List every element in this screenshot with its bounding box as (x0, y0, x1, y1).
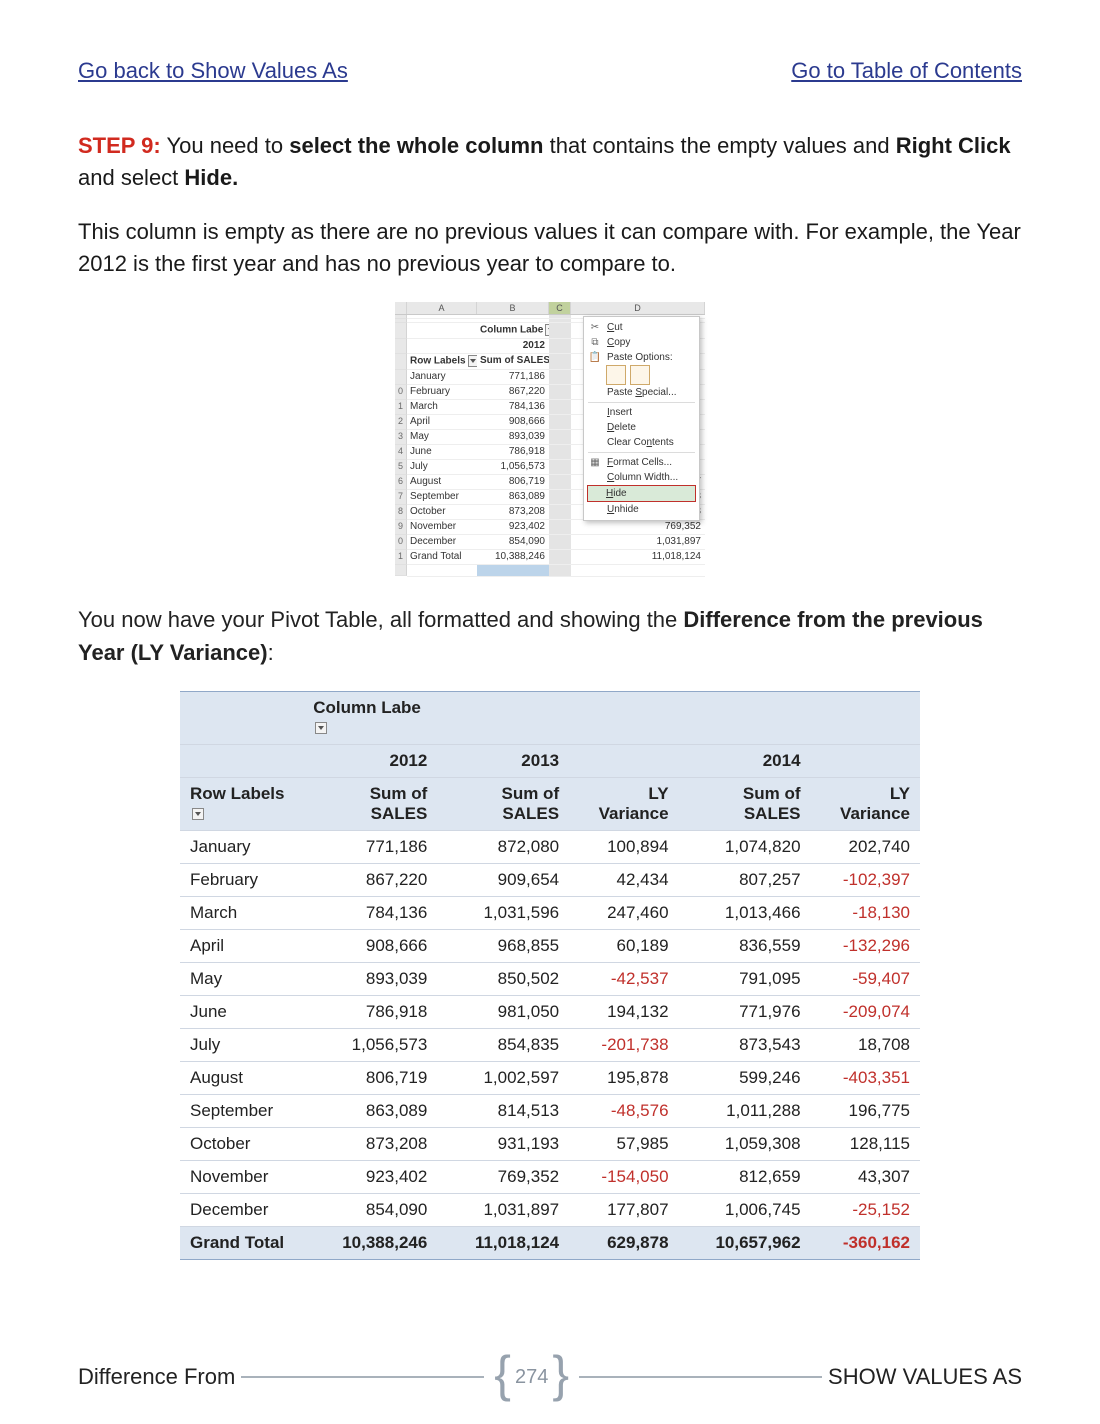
ctx-delete[interactable]: Delete (584, 420, 699, 435)
table-row: December854,0901,031,897177,8071,006,745… (180, 1193, 920, 1226)
sales-cell: 784,136 (477, 400, 549, 415)
pt2-row-labels-dropdown-icon[interactable] (192, 808, 204, 820)
explanation-paragraph: This column is empty as there are no pre… (78, 216, 1022, 280)
month-cell: October (407, 505, 477, 520)
result-paragraph: You now have your Pivot Table, all forma… (78, 603, 1022, 669)
month-cell: April (407, 415, 477, 430)
month-cell: June (407, 445, 477, 460)
step-paragraph: STEP 9: You need to select the whole col… (78, 130, 1022, 194)
sales-cell: 863,089 (477, 490, 549, 505)
sales-cell: 873,208 (477, 505, 549, 520)
figure-excel-contextmenu: A B C D Column Labe 2012 Row Labels Sum … (395, 302, 705, 577)
month-cell: September (407, 490, 477, 505)
month-cell: July (407, 460, 477, 475)
ctx-insert[interactable]: Insert (584, 405, 699, 420)
table-row: October873,208931,19357,9851,059,308128,… (180, 1127, 920, 1160)
table-row: April908,666968,85560,189836,559-132,296 (180, 929, 920, 962)
sales-cell: 771,186 (477, 370, 549, 385)
pivot-table-result: Column Labe 2012 2013 2014 Row Labels Su… (180, 691, 920, 1260)
copy-icon: ⧉ (588, 337, 602, 348)
month-cell: January (407, 370, 477, 385)
ctx-unhide[interactable]: Unhide (584, 502, 699, 517)
table-row: May893,039850,502-42,537791,095-59,407 (180, 962, 920, 995)
context-menu: ✂Cut ⧉Copy 📋Paste Options: Paste Special… (583, 316, 700, 521)
column-labels-dropdown-icon[interactable] (545, 324, 549, 336)
month-cell: May (407, 430, 477, 445)
link-toc[interactable]: Go to Table of Contents (791, 58, 1022, 84)
ctx-format-cells[interactable]: ▦Format Cells... (584, 455, 699, 470)
table-row: November923,402769,352-154,050812,65943,… (180, 1160, 920, 1193)
sales-cell: 893,039 (477, 430, 549, 445)
ctx-paste-special[interactable]: Paste Special... (584, 385, 699, 400)
clipboard-icon: 📋 (588, 352, 602, 363)
ctx-hide[interactable]: Hide (587, 485, 696, 502)
sales-cell: 1,056,573 (477, 460, 549, 475)
ctx-cut[interactable]: ✂Cut (584, 320, 699, 335)
ctx-paste-options-label: 📋Paste Options: (584, 350, 699, 365)
sales-cell: 908,666 (477, 415, 549, 430)
page-number: 274 (515, 1366, 548, 1389)
sales-cell: 806,719 (477, 475, 549, 490)
paste-option-1-icon[interactable] (606, 365, 626, 385)
table-row: September863,089814,513-48,5761,011,2881… (180, 1094, 920, 1127)
value-cell: 1,031,897 (571, 535, 705, 550)
scissors-icon: ✂ (588, 322, 602, 333)
paste-option-2-icon[interactable] (630, 365, 650, 385)
month-cell: August (407, 475, 477, 490)
sales-cell: 786,918 (477, 445, 549, 460)
page-footer: Difference From {274} SHOW VALUES AS (78, 1364, 1022, 1390)
ctx-clear-contents[interactable]: Clear Contents (584, 435, 699, 450)
ctx-column-width[interactable]: Column Width... (584, 470, 699, 485)
sales-cell: 867,220 (477, 385, 549, 400)
table-row: June786,918981,050194,132771,976-209,074 (180, 995, 920, 1028)
sales-cell: 854,090 (477, 535, 549, 550)
pt2-column-labels-dropdown-icon[interactable] (315, 722, 327, 734)
month-cell: November (407, 520, 477, 535)
ctx-copy[interactable]: ⧉Copy (584, 335, 699, 350)
table-row: February867,220909,65442,434807,257-102,… (180, 863, 920, 896)
month-cell: March (407, 400, 477, 415)
footer-right: SHOW VALUES AS (828, 1364, 1022, 1390)
step-label: STEP 9: (78, 133, 161, 158)
format-icon: ▦ (588, 457, 602, 468)
table-row: July1,056,573854,835-201,738873,54318,70… (180, 1028, 920, 1061)
table-row: March784,1361,031,596247,4601,013,466-18… (180, 896, 920, 929)
row-labels-dropdown-icon[interactable] (468, 355, 477, 367)
sales-cell: 923,402 (477, 520, 549, 535)
table-row: January771,186872,080100,8941,074,820202… (180, 830, 920, 863)
month-cell: December (407, 535, 477, 550)
link-back[interactable]: Go back to Show Values As (78, 58, 348, 84)
table-row: August806,7191,002,597195,878599,246-403… (180, 1061, 920, 1094)
value-cell: 769,352 (571, 520, 705, 535)
month-cell: February (407, 385, 477, 400)
footer-left: Difference From (78, 1364, 235, 1390)
